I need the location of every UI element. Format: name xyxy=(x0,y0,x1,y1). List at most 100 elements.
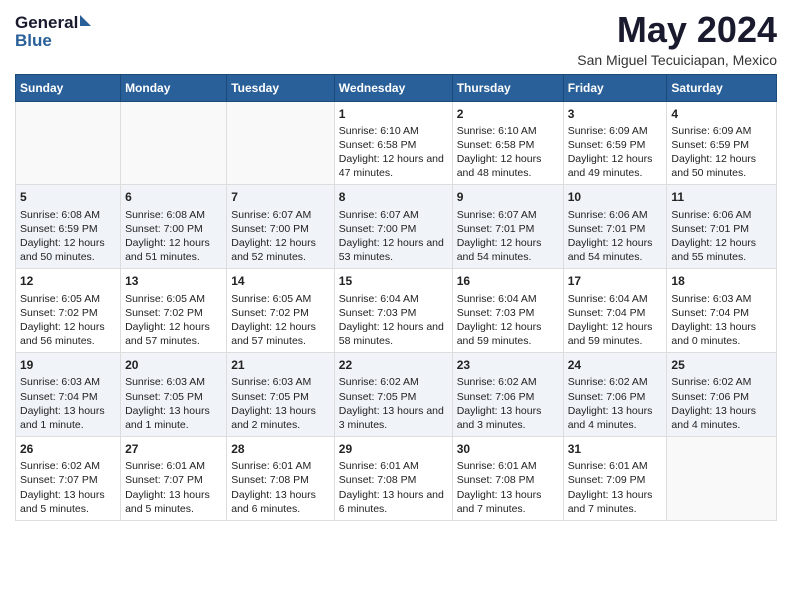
cell-content: Sunrise: 6:05 AM Sunset: 7:02 PM Dayligh… xyxy=(125,292,222,349)
calendar-cell: 6 Sunrise: 6:08 AM Sunset: 7:00 PM Daylig… xyxy=(121,185,227,269)
cell-content: Sunrise: 6:04 AM Sunset: 7:04 PM Dayligh… xyxy=(568,292,663,349)
cell-content: Sunrise: 6:01 AM Sunset: 7:08 PM Dayligh… xyxy=(231,459,330,516)
day-number: 12 xyxy=(20,273,116,289)
day-number: 6 xyxy=(125,189,222,205)
day-header-monday: Monday xyxy=(121,74,227,101)
day-number: 8 xyxy=(339,189,448,205)
day-header-wednesday: Wednesday xyxy=(334,74,452,101)
calendar-cell: 1Sunrise: 6:10 AM Sunset: 6:58 PM Daylig… xyxy=(334,101,452,185)
calendar-cell: 23Sunrise: 6:02 AM Sunset: 7:06 PM Dayli… xyxy=(452,353,563,437)
day-number: 18 xyxy=(671,273,772,289)
calendar-cell: 19 Sunrise: 6:03 AM Sunset: 7:04 PM Dayli… xyxy=(16,353,121,437)
calendar-cell: 8 Sunrise: 6:07 AM Sunset: 7:00 PM Daylig… xyxy=(334,185,452,269)
week-row-4: 19 Sunrise: 6:03 AM Sunset: 7:04 PM Dayli… xyxy=(16,353,777,437)
calendar-cell: 28 Sunrise: 6:01 AM Sunset: 7:08 PM Dayli… xyxy=(227,437,335,521)
cell-content: Sunrise: 6:02 AM Sunset: 7:06 PM Dayligh… xyxy=(568,375,663,432)
week-row-1: 1Sunrise: 6:10 AM Sunset: 6:58 PM Daylig… xyxy=(16,101,777,185)
calendar-cell: 25 Sunrise: 6:02 AM Sunset: 7:06 PM Dayli… xyxy=(667,353,777,437)
days-header-row: SundayMondayTuesdayWednesdayThursdayFrid… xyxy=(16,74,777,101)
calendar-cell xyxy=(121,101,227,185)
calendar-cell: 20 Sunrise: 6:03 AM Sunset: 7:05 PM Dayli… xyxy=(121,353,227,437)
calendar-cell: 22Sunrise: 6:02 AM Sunset: 7:05 PM Dayli… xyxy=(334,353,452,437)
day-number: 7 xyxy=(231,189,330,205)
day-number: 3 xyxy=(568,106,663,122)
day-number: 21 xyxy=(231,357,330,373)
calendar-cell: 31 Sunrise: 6:01 AM Sunset: 7:09 PM Dayli… xyxy=(563,437,667,521)
cell-content: Sunrise: 6:07 AM Sunset: 7:01 PM Dayligh… xyxy=(457,208,559,265)
cell-content: Sunrise: 6:10 AM Sunset: 6:58 PM Dayligh… xyxy=(457,124,559,181)
calendar-cell xyxy=(16,101,121,185)
calendar-cell: 10 Sunrise: 6:06 AM Sunset: 7:01 PM Dayli… xyxy=(563,185,667,269)
cell-content: Sunrise: 6:01 AM Sunset: 7:08 PM Dayligh… xyxy=(339,459,448,516)
calendar-cell: 11Sunrise: 6:06 AM Sunset: 7:01 PM Dayli… xyxy=(667,185,777,269)
day-number: 15 xyxy=(339,273,448,289)
day-number: 13 xyxy=(125,273,222,289)
cell-content: Sunrise: 6:01 AM Sunset: 7:08 PM Dayligh… xyxy=(457,459,559,516)
day-header-friday: Friday xyxy=(563,74,667,101)
cell-content: Sunrise: 6:04 AM Sunset: 7:03 PM Dayligh… xyxy=(457,292,559,349)
day-number: 28 xyxy=(231,441,330,457)
calendar-cell: 4Sunrise: 6:09 AM Sunset: 6:59 PM Daylig… xyxy=(667,101,777,185)
day-number: 10 xyxy=(568,189,663,205)
day-number: 2 xyxy=(457,106,559,122)
day-header-saturday: Saturday xyxy=(667,74,777,101)
day-header-thursday: Thursday xyxy=(452,74,563,101)
cell-content: Sunrise: 6:03 AM Sunset: 7:05 PM Dayligh… xyxy=(231,375,330,432)
calendar-cell: 13 Sunrise: 6:05 AM Sunset: 7:02 PM Dayli… xyxy=(121,269,227,353)
cell-content: Sunrise: 6:08 AM Sunset: 7:00 PM Dayligh… xyxy=(125,208,222,265)
cell-content: Sunrise: 6:03 AM Sunset: 7:05 PM Dayligh… xyxy=(125,375,222,432)
day-number: 31 xyxy=(568,441,663,457)
calendar-cell: 26 Sunrise: 6:02 AM Sunset: 7:07 PM Dayli… xyxy=(16,437,121,521)
cell-content: Sunrise: 6:07 AM Sunset: 7:00 PM Dayligh… xyxy=(339,208,448,265)
week-row-3: 12 Sunrise: 6:05 AM Sunset: 7:02 PM Dayli… xyxy=(16,269,777,353)
title-section: May 2024 San Miguel Tecuiciapan, Mexico xyxy=(577,10,777,68)
svg-text:General: General xyxy=(15,13,78,32)
calendar-cell: 2 Sunrise: 6:10 AM Sunset: 6:58 PM Daylig… xyxy=(452,101,563,185)
cell-content: Sunrise: 6:10 AM Sunset: 6:58 PM Dayligh… xyxy=(339,124,448,181)
cell-content: Sunrise: 6:01 AM Sunset: 7:07 PM Dayligh… xyxy=(125,459,222,516)
calendar-cell: 27 Sunrise: 6:01 AM Sunset: 7:07 PM Dayli… xyxy=(121,437,227,521)
cell-content: Sunrise: 6:02 AM Sunset: 7:07 PM Dayligh… xyxy=(20,459,116,516)
calendar-cell: 18 Sunrise: 6:03 AM Sunset: 7:04 PM Dayli… xyxy=(667,269,777,353)
day-header-tuesday: Tuesday xyxy=(227,74,335,101)
day-number: 25 xyxy=(671,357,772,373)
week-row-2: 5 Sunrise: 6:08 AM Sunset: 6:59 PM Daylig… xyxy=(16,185,777,269)
day-number: 19 xyxy=(20,357,116,373)
cell-content: Sunrise: 6:03 AM Sunset: 7:04 PM Dayligh… xyxy=(671,292,772,349)
cell-content: Sunrise: 6:05 AM Sunset: 7:02 PM Dayligh… xyxy=(231,292,330,349)
calendar-cell: 17 Sunrise: 6:04 AM Sunset: 7:04 PM Dayli… xyxy=(563,269,667,353)
day-number: 9 xyxy=(457,189,559,205)
day-number: 20 xyxy=(125,357,222,373)
cell-content: Sunrise: 6:08 AM Sunset: 6:59 PM Dayligh… xyxy=(20,208,116,265)
day-number: 30 xyxy=(457,441,559,457)
calendar-cell: 7 Sunrise: 6:07 AM Sunset: 7:00 PM Daylig… xyxy=(227,185,335,269)
cell-content: Sunrise: 6:06 AM Sunset: 7:01 PM Dayligh… xyxy=(568,208,663,265)
cell-content: Sunrise: 6:09 AM Sunset: 6:59 PM Dayligh… xyxy=(568,124,663,181)
cell-content: Sunrise: 6:02 AM Sunset: 7:06 PM Dayligh… xyxy=(671,375,772,432)
calendar-cell: 30 Sunrise: 6:01 AM Sunset: 7:08 PM Dayli… xyxy=(452,437,563,521)
cell-content: Sunrise: 6:07 AM Sunset: 7:00 PM Dayligh… xyxy=(231,208,330,265)
day-number: 22 xyxy=(339,357,448,373)
day-header-sunday: Sunday xyxy=(16,74,121,101)
page-header: General Blue May 2024 San Miguel Tecuici… xyxy=(15,10,777,68)
calendar-cell xyxy=(667,437,777,521)
cell-content: Sunrise: 6:01 AM Sunset: 7:09 PM Dayligh… xyxy=(568,459,663,516)
day-number: 27 xyxy=(125,441,222,457)
cell-content: Sunrise: 6:03 AM Sunset: 7:04 PM Dayligh… xyxy=(20,375,116,432)
logo: General Blue xyxy=(15,10,95,50)
calendar-cell: 24Sunrise: 6:02 AM Sunset: 7:06 PM Dayli… xyxy=(563,353,667,437)
svg-text:Blue: Blue xyxy=(15,31,52,50)
day-number: 5 xyxy=(20,189,116,205)
cell-content: Sunrise: 6:06 AM Sunset: 7:01 PM Dayligh… xyxy=(671,208,772,265)
calendar-cell: 9 Sunrise: 6:07 AM Sunset: 7:01 PM Daylig… xyxy=(452,185,563,269)
calendar-cell: 21 Sunrise: 6:03 AM Sunset: 7:05 PM Dayli… xyxy=(227,353,335,437)
cell-content: Sunrise: 6:02 AM Sunset: 7:06 PM Dayligh… xyxy=(457,375,559,432)
calendar-cell: 15Sunrise: 6:04 AM Sunset: 7:03 PM Dayli… xyxy=(334,269,452,353)
day-number: 4 xyxy=(671,106,772,122)
day-number: 17 xyxy=(568,273,663,289)
calendar-cell: 12 Sunrise: 6:05 AM Sunset: 7:02 PM Dayli… xyxy=(16,269,121,353)
calendar-table: SundayMondayTuesdayWednesdayThursdayFrid… xyxy=(15,74,777,521)
day-number: 26 xyxy=(20,441,116,457)
calendar-cell: 5 Sunrise: 6:08 AM Sunset: 6:59 PM Daylig… xyxy=(16,185,121,269)
cell-content: Sunrise: 6:05 AM Sunset: 7:02 PM Dayligh… xyxy=(20,292,116,349)
